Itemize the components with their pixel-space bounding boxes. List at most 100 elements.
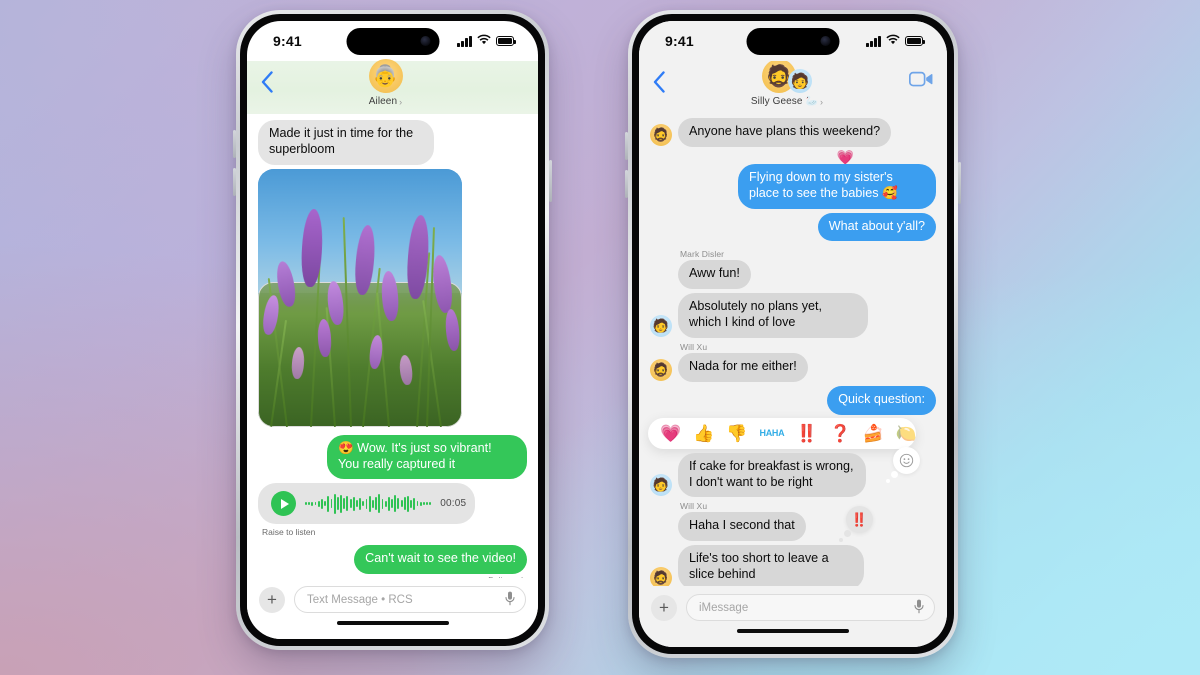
- battery-icon: [905, 36, 926, 46]
- add-reaction-smiley-icon[interactable]: [886, 446, 920, 483]
- sender-name-label: Will Xu: [680, 342, 708, 353]
- message-row: Quick question:: [650, 385, 936, 415]
- sender-avatar[interactable]: 🧔: [650, 358, 672, 381]
- contact-avatar[interactable]: 👵: [368, 59, 403, 93]
- message-bubble-incoming[interactable]: Anyone have plans this weekend?: [678, 118, 892, 147]
- message-bubble-outgoing[interactable]: What about y'all?: [817, 212, 936, 242]
- message-thread-right[interactable]: 🧔 Anyone have plans this weekend? 💗 Flyi…: [639, 114, 947, 586]
- cellular-bars-icon: [866, 35, 881, 47]
- message-input-right[interactable]: iMessage: [686, 594, 935, 621]
- message-row: Flying down to my sister's place to see …: [650, 163, 936, 209]
- sender-avatar[interactable]: 🧑: [650, 474, 672, 497]
- contact-name-button[interactable]: Aileen ›: [369, 96, 403, 107]
- microphone-icon[interactable]: [505, 591, 515, 609]
- message-bubble-incoming[interactable]: Nada for me either!: [678, 353, 808, 382]
- message-row: Made it just in time for the superbloom: [258, 120, 527, 165]
- disclosure-chevron-icon: ›: [399, 96, 403, 107]
- audio-waveform: [305, 493, 432, 514]
- message-bubble-incoming[interactable]: Made it just in time for the superbloom: [258, 120, 434, 165]
- voice-message-bubble[interactable]: 00:05: [258, 483, 475, 525]
- wifi-icon: [477, 32, 491, 50]
- group-name: Silly Geese 🦢: [750, 96, 818, 107]
- message-bubble-outgoing[interactable]: 😍 Wow. It's just so vibrant! You really …: [327, 434, 527, 480]
- message-row: 🧔 Life's too short to leave a slice behi…: [650, 545, 936, 586]
- message-input-placeholder: iMessage: [699, 601, 749, 614]
- reaction-haha-icon[interactable]: HAHA: [760, 428, 785, 437]
- delivered-status: Delivered: [258, 576, 523, 578]
- status-time: 9:41: [665, 33, 694, 49]
- plus-icon[interactable]: +: [259, 586, 285, 613]
- message-row: 🧑 Absolutely no plans yet, which I kind …: [650, 293, 936, 339]
- dynamic-island: [746, 28, 840, 55]
- screen-right: 9:41 🧔 🧑 Silly Geese 🦢 › 🧔 Anyone have p…: [639, 21, 947, 647]
- volume-down-button[interactable]: [233, 168, 236, 196]
- reaction-thumbsdown-icon[interactable]: 👎: [726, 425, 747, 442]
- screen-left: 9:41 👵 Aileen › Made it just in time for…: [247, 21, 538, 639]
- back-button[interactable]: [261, 63, 273, 93]
- photo-attachment[interactable]: [258, 168, 462, 427]
- battery-icon: [496, 36, 517, 46]
- message-row: Aww fun!: [650, 260, 936, 290]
- sender-name-label: Mark Disler: [680, 249, 725, 260]
- reaction-lemon-icon[interactable]: 🍋: [896, 425, 916, 442]
- microphone-icon[interactable]: [914, 599, 924, 617]
- phone-right: 9:41 🧔 🧑 Silly Geese 🦢 › 🧔 Anyone have p…: [625, 10, 961, 658]
- message-bubble-incoming[interactable]: Absolutely no plans yet, which I kind of…: [678, 293, 868, 339]
- message-row: Can't wait to see the video!: [258, 545, 527, 575]
- tapback-reaction-picker[interactable]: 💗 👍 👎 HAHA ‼️ ❓ 🍰 🍋: [648, 417, 916, 449]
- volume-down-button[interactable]: [625, 170, 628, 198]
- message-row-photo: [258, 168, 527, 431]
- reaction-exclamation-icon[interactable]: ‼️: [796, 425, 817, 442]
- conversation-header-left: 👵 Aileen ›: [247, 59, 538, 114]
- video-camera-icon[interactable]: [908, 63, 933, 92]
- message-bubble-incoming[interactable]: Aww fun!: [678, 260, 751, 290]
- message-bubble-outgoing[interactable]: Flying down to my sister's place to see …: [738, 163, 936, 209]
- message-row-voice: 00:05: [258, 483, 527, 525]
- avatar-placeholder: [650, 518, 672, 540]
- wifi-icon: [886, 32, 900, 50]
- message-row: 🧔 Nada for me either!: [650, 353, 936, 382]
- message-bubble-incoming[interactable]: Life's too short to leave a slice behind: [678, 545, 864, 586]
- home-indicator: [639, 627, 947, 647]
- power-button[interactable]: [958, 162, 961, 204]
- sender-avatar[interactable]: 🧑: [650, 315, 672, 338]
- phone-left: 9:41 👵 Aileen › Made it just in time for…: [233, 10, 552, 650]
- dynamic-island: [346, 28, 439, 55]
- message-row: What about y'all?: [650, 212, 936, 242]
- tapback-exclamation-icon[interactable]: ‼️: [839, 506, 873, 543]
- reaction-thumbsup-icon[interactable]: 👍: [693, 425, 714, 442]
- volume-up-button[interactable]: [625, 132, 628, 160]
- message-bubble-incoming[interactable]: Haha I second that: [678, 512, 806, 542]
- message-bubble-outgoing[interactable]: Quick question:: [827, 385, 936, 415]
- sender-name-label: Will Xu: [680, 501, 708, 512]
- sender-avatar[interactable]: 🧔: [650, 123, 672, 146]
- composer-right: + iMessage: [639, 586, 947, 627]
- plus-icon[interactable]: +: [651, 594, 677, 621]
- voice-duration: 00:05: [440, 498, 467, 510]
- conversation-header-right: 🧔 🧑 Silly Geese 🦢 ›: [639, 59, 947, 114]
- power-button[interactable]: [549, 160, 552, 202]
- message-input-placeholder: Text Message • RCS: [307, 593, 413, 606]
- message-row: 🧔 Anyone have plans this weekend?: [650, 118, 936, 147]
- volume-up-button[interactable]: [233, 130, 236, 158]
- composer-left: + Text Message • RCS: [247, 578, 538, 619]
- message-bubble-outgoing[interactable]: Can't wait to see the video!: [354, 545, 527, 575]
- status-time: 9:41: [273, 33, 302, 49]
- message-row: 🧑 If cake for breakfast is wrong, I don'…: [650, 446, 936, 498]
- reaction-cake-icon[interactable]: 🍰: [863, 425, 884, 442]
- back-button[interactable]: [653, 63, 665, 93]
- reaction-heart-icon[interactable]: 💗: [660, 425, 681, 442]
- play-icon[interactable]: [271, 491, 296, 517]
- reaction-question-icon[interactable]: ❓: [830, 425, 851, 442]
- home-indicator: [247, 619, 538, 639]
- message-row: Haha I second that ‼️: [650, 506, 936, 543]
- group-name-button[interactable]: Silly Geese 🦢 ›: [751, 96, 823, 107]
- message-bubble-incoming[interactable]: If cake for breakfast is wrong, I don't …: [678, 452, 866, 498]
- message-thread-left[interactable]: Made it just in time for the superbloom: [247, 114, 538, 578]
- group-avatar-secondary[interactable]: 🧑: [788, 69, 812, 93]
- message-input-left[interactable]: Text Message • RCS: [294, 586, 526, 613]
- sender-avatar[interactable]: 🧔: [650, 567, 672, 586]
- message-row: 😍 Wow. It's just so vibrant! You really …: [258, 434, 527, 480]
- cellular-bars-icon: [457, 35, 472, 47]
- contact-name: Aileen: [368, 96, 398, 107]
